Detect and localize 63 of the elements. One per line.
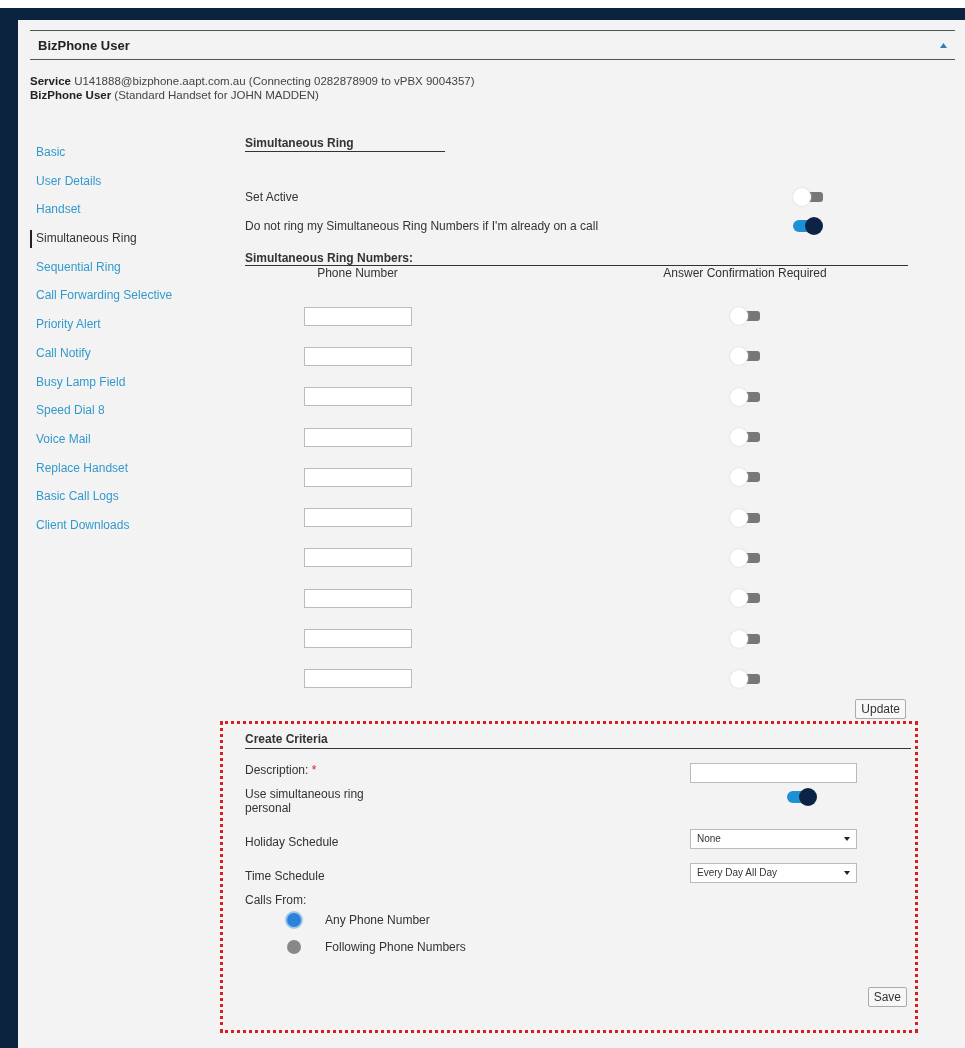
sidebar-item[interactable]: Sequential Ring <box>30 258 220 288</box>
phone-number-field[interactable] <box>303 508 412 528</box>
sidebar-item[interactable]: User Details <box>30 172 220 202</box>
toggle-switch[interactable] <box>728 467 762 488</box>
field-label: Time Schedule <box>245 868 325 883</box>
phone-number-field[interactable] <box>303 588 412 608</box>
toggle-switch[interactable] <box>728 306 762 327</box>
phone-number-field[interactable] <box>303 306 412 326</box>
setting-label: Set Active <box>245 189 299 204</box>
sidebar-item[interactable]: Priority Alert <box>30 316 220 345</box>
radio-label: Any Phone Number <box>325 913 430 928</box>
column-header: Answer Confirmation Required <box>662 266 828 280</box>
sidebar-item[interactable]: Replace Handset <box>30 459 220 489</box>
phone-number-field[interactable] <box>303 548 412 568</box>
section-title: Simultaneous Ring <box>245 136 445 152</box>
toggle-switch[interactable] <box>728 386 762 407</box>
toggle-switch[interactable] <box>728 507 762 528</box>
sidebar-item[interactable]: Client Downloads <box>30 516 220 546</box>
save-button[interactable]: Save <box>867 986 907 1007</box>
sidebar-item[interactable]: Call Forwarding Selective <box>30 287 220 317</box>
field-label: Description: * <box>245 762 317 777</box>
sidebar-item[interactable]: Voice Mail <box>30 430 220 460</box>
collapse-icon[interactable] <box>940 42 947 48</box>
sidebar-item[interactable]: Basic Call Logs <box>30 488 220 517</box>
toggle-switch[interactable] <box>728 427 762 448</box>
column-header: Phone Number <box>316 266 399 280</box>
toggle-switch[interactable] <box>791 215 825 236</box>
section-heading: Simultaneous Ring Numbers: <box>245 252 908 266</box>
sidebar-item[interactable]: Busy Lamp Field <box>30 373 220 403</box>
section-title: Create Criteria <box>245 731 911 749</box>
radio-button[interactable] <box>287 913 301 928</box>
setting-label: Do not ring my Simultaneous Ring Numbers if I'm already on a call <box>245 218 599 233</box>
caret-icon <box>844 836 850 841</box>
phone-number-field[interactable] <box>303 467 412 487</box>
sidebar-item[interactable]: Simultaneous Ring <box>30 230 220 249</box>
toggle-switch[interactable] <box>791 186 825 207</box>
phone-number-field[interactable] <box>303 346 412 366</box>
radio-button[interactable] <box>287 940 301 955</box>
schedule-dropdown[interactable]: Every Day All Day <box>690 862 857 883</box>
toggle-switch[interactable] <box>728 588 762 609</box>
sidebar-item[interactable]: Speed Dial 8 <box>30 402 220 431</box>
field-label: Holiday Schedule <box>245 834 339 849</box>
caret-icon <box>844 870 850 875</box>
panel-title: BizPhone User <box>38 37 130 53</box>
field-label: Calls From: <box>245 892 308 907</box>
toggle-switch[interactable] <box>728 346 762 367</box>
toggle-switch[interactable] <box>728 668 762 689</box>
schedule-dropdown[interactable]: None <box>690 828 857 849</box>
phone-number-field[interactable] <box>303 387 412 407</box>
phone-number-field[interactable] <box>303 669 412 689</box>
toggle-switch[interactable] <box>728 547 762 568</box>
radio-label: Following Phone Numbers <box>325 940 466 955</box>
update-button[interactable]: Update <box>855 698 906 719</box>
sidebar-item[interactable]: Call Notify <box>30 344 220 374</box>
field-label: Use simultaneous ring personal <box>245 786 365 815</box>
description-field[interactable] <box>690 762 857 783</box>
sidebar-item[interactable]: Handset <box>30 201 220 231</box>
phone-number-field[interactable] <box>303 427 412 447</box>
toggle-switch[interactable] <box>728 628 762 649</box>
info-text: Service U141888@bizphone.aapt.com.au (Connecting 0282878909 to vPBX 9004357) <box>30 74 476 88</box>
info-text: BizPhone User (Standard Handset for JOHN MADDEN) <box>30 88 320 102</box>
sidebar-item[interactable]: Basic <box>30 144 220 173</box>
phone-number-field[interactable] <box>303 629 412 648</box>
